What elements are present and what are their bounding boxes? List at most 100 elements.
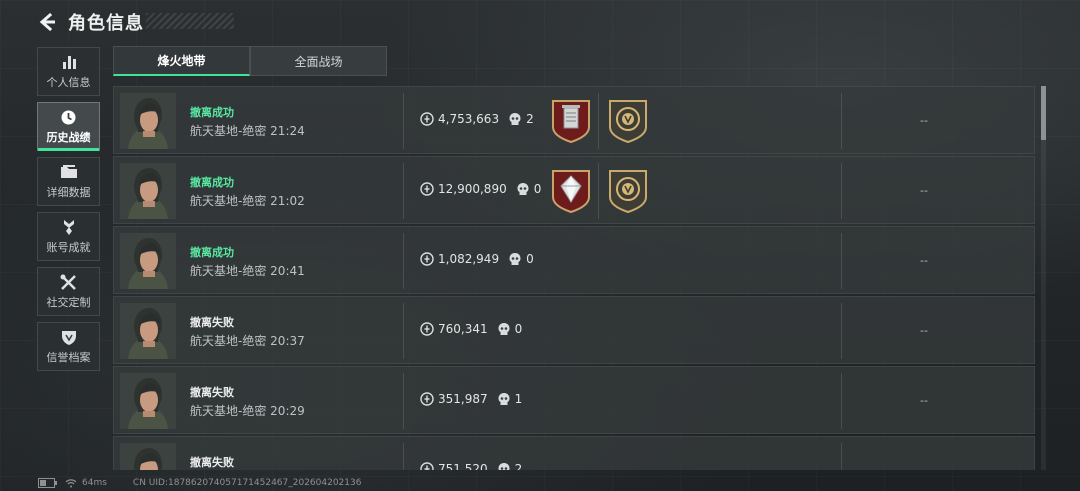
extra-info: -- <box>920 324 928 337</box>
match-row[interactable]: 撤离失败 航天基地-绝密 20:37 760,341 0 -- <box>113 296 1035 364</box>
extra-info: -- <box>920 114 928 127</box>
kill-count: 0 <box>514 322 523 336</box>
extra-info: -- <box>920 254 928 267</box>
extraction-result: 撤离成功 <box>190 246 234 259</box>
gold-emblem-icon[interactable] <box>608 169 648 213</box>
coin-icon <box>420 182 434 196</box>
map-name: 航天基地-绝密 <box>190 404 267 418</box>
scrollbar-track[interactable] <box>1041 86 1046 470</box>
diamond-badge-icon[interactable] <box>551 169 591 213</box>
scrollbar-thumb[interactable] <box>1041 86 1046 140</box>
match-time: 20:37 <box>270 334 305 348</box>
divider <box>403 93 404 149</box>
avatar <box>120 233 176 289</box>
extraction-result: 撤离成功 <box>190 176 234 189</box>
avatar <box>120 443 176 470</box>
skull-icon <box>509 112 521 125</box>
match-stats: 760,341 0 <box>420 322 522 336</box>
map-name: 航天基地-绝密 <box>190 264 267 278</box>
map-and-time: 航天基地-绝密 20:41 <box>190 262 305 279</box>
sidebar-item-label: 历史战绩 <box>46 131 91 144</box>
divider <box>841 163 842 219</box>
match-row[interactable]: 撤离失败 航天基地-绝密 20:29 351,987 1 -- <box>113 366 1035 434</box>
match-badges <box>551 169 665 213</box>
shield-icon <box>61 328 77 346</box>
asset-value: 12,900,890 <box>438 182 507 196</box>
avatar <box>120 163 176 219</box>
match-stats: 751,520 2 <box>420 462 522 470</box>
sidebar-item-label: 信誉档案 <box>46 351 91 364</box>
match-time: 21:24 <box>270 124 305 138</box>
title-decoration <box>146 13 234 29</box>
match-time: 20:41 <box>270 264 305 278</box>
sidebar-item-label: 账号成就 <box>46 241 91 254</box>
match-stats: 1,082,949 0 <box>420 252 534 266</box>
mode-tabs: 烽火地带 全面战场 <box>113 46 387 76</box>
gold-emblem-icon[interactable] <box>608 99 648 143</box>
match-stats: 4,753,663 2 <box>420 112 534 126</box>
sidebar-item-history[interactable]: 历史战绩 <box>37 102 100 151</box>
map-name: 航天基地-绝密 <box>190 334 267 348</box>
tab-warzone[interactable]: 烽火地带 <box>113 46 250 76</box>
page-header: 角色信息 <box>36 9 144 35</box>
clock-icon <box>60 108 77 126</box>
divider <box>403 443 404 470</box>
avatar <box>120 373 176 429</box>
match-row[interactable]: 撤离成功 航天基地-绝密 21:24 4,753,663 2 -- <box>113 86 1035 154</box>
match-row[interactable]: 撤离失败 751,520 2 <box>113 436 1035 470</box>
kill-count: 1 <box>514 392 523 406</box>
extraction-result: 撤离成功 <box>190 106 234 119</box>
skull-icon <box>498 392 510 405</box>
map-and-time: 航天基地-绝密 20:29 <box>190 402 305 419</box>
divider <box>841 303 842 359</box>
match-time: 20:29 <box>270 404 305 418</box>
coin-icon <box>420 392 434 406</box>
match-stats: 12,900,890 0 <box>420 182 541 196</box>
wifi-icon <box>65 479 77 488</box>
extraction-result: 撤离失败 <box>190 316 234 329</box>
divider <box>403 303 404 359</box>
asset-value: 1,082,949 <box>438 252 500 266</box>
sidebar-item-details[interactable]: 详细数据 <box>37 157 100 206</box>
extra-info: -- <box>920 394 928 407</box>
back-button[interactable] <box>36 11 58 33</box>
asset-value: 4,753,663 <box>438 112 500 126</box>
kill-count: 0 <box>526 252 534 266</box>
sidebar-item-reputation[interactable]: 信誉档案 <box>37 322 100 371</box>
skull-icon <box>517 182 529 195</box>
ping-readout: 64ms <box>82 478 107 488</box>
match-time: 21:02 <box>270 194 305 208</box>
match-stats: 351,987 1 <box>420 392 522 406</box>
sidebar-item-social[interactable]: 社交定制 <box>37 267 100 316</box>
coin-icon <box>420 112 434 126</box>
sidebar-item-achievements[interactable]: 账号成就 <box>37 212 100 261</box>
match-row[interactable]: 撤离成功 航天基地-绝密 21:02 12,900,890 0 -- <box>113 156 1035 224</box>
folder-icon <box>60 163 78 181</box>
extraction-result: 撤离失败 <box>190 456 234 469</box>
skull-icon <box>498 462 510 470</box>
server-badge-icon[interactable] <box>551 99 591 143</box>
divider <box>841 233 842 289</box>
sidebar-item-profile[interactable]: 个人信息 <box>37 47 100 96</box>
map-and-time: 航天基地-绝密 21:02 <box>190 192 305 209</box>
tab-full-battlefield[interactable]: 全面战场 <box>250 46 387 76</box>
match-row[interactable]: 撤离成功 航天基地-绝密 20:41 1,082,949 0 -- <box>113 226 1035 294</box>
avatar <box>120 303 176 359</box>
coin-icon <box>420 322 434 336</box>
sidebar: 个人信息 历史战绩 详细数据 账号成就 社交定制 信誉档案 <box>37 47 100 377</box>
kill-count: 0 <box>533 182 542 196</box>
tools-icon <box>60 273 77 291</box>
coin-icon <box>420 252 434 266</box>
divider <box>403 163 404 219</box>
chevron-left-icon <box>39 12 55 32</box>
map-and-time: 航天基地-绝密 21:24 <box>190 122 305 139</box>
map-name: 航天基地-绝密 <box>190 124 267 138</box>
avatar <box>120 93 176 149</box>
divider <box>403 233 404 289</box>
map-name: 航天基地-绝密 <box>190 194 267 208</box>
sidebar-item-label: 社交定制 <box>46 296 91 309</box>
skull-icon <box>498 322 510 335</box>
sidebar-item-label: 详细数据 <box>46 186 91 199</box>
match-history-list[interactable]: 撤离成功 航天基地-绝密 21:24 4,753,663 2 -- 撤离成功 航… <box>113 86 1035 470</box>
divider <box>598 93 599 149</box>
